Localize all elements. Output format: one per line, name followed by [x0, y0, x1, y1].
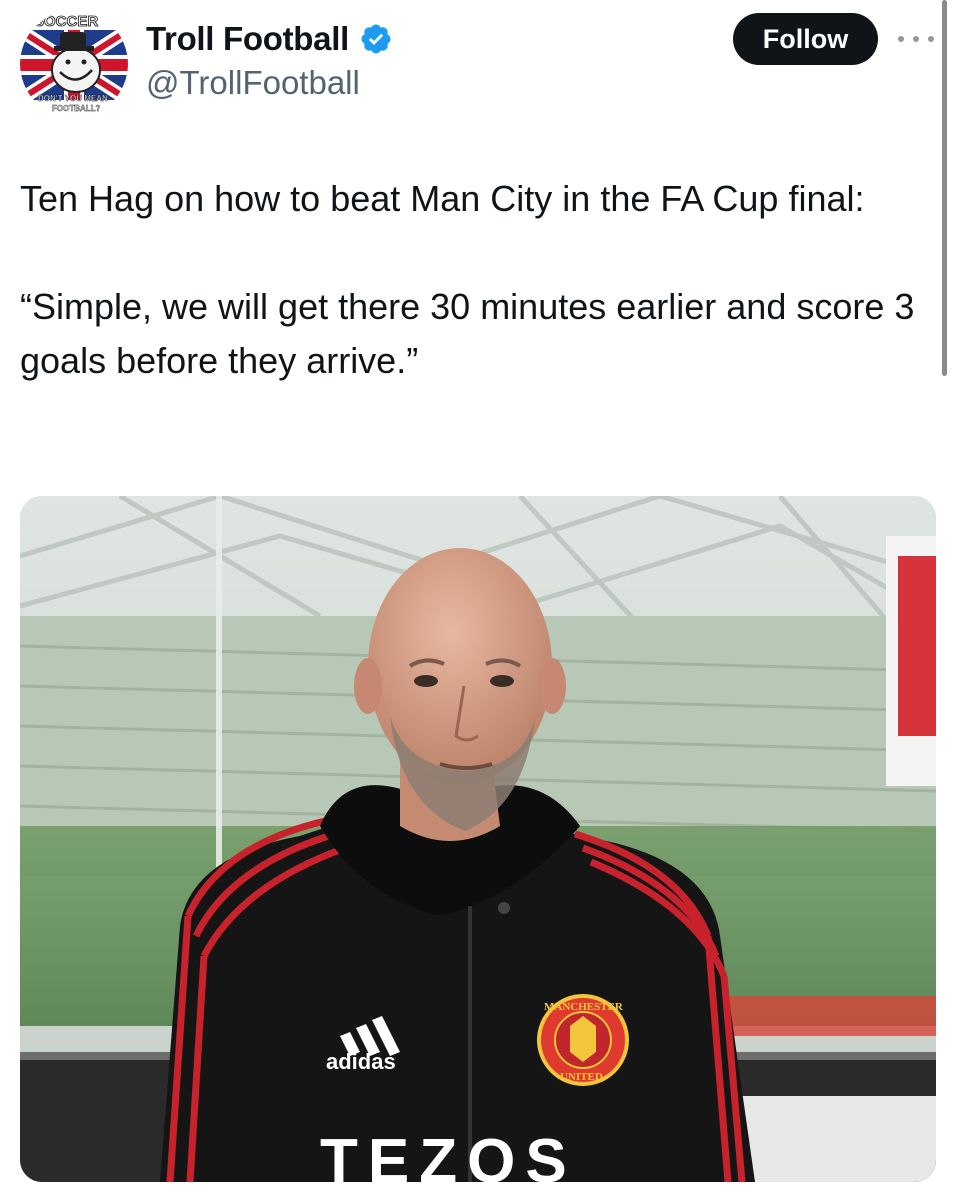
more-dot	[913, 36, 919, 42]
avatar[interactable]: SOCCER DON'T YOU MEAN FOOTBALL?	[20, 10, 128, 118]
shirt-sponsor-text: TEZOS	[320, 1127, 577, 1182]
author-handle[interactable]: @TrollFootball	[146, 64, 360, 102]
page-scrollbar[interactable]	[942, 0, 947, 376]
photo-illustration: adidas MANCHESTER UNITED TEZOS	[20, 496, 936, 1182]
more-dot	[898, 36, 904, 42]
avatar-logo: SOCCER DON'T YOU MEAN FOOTBALL?	[20, 10, 128, 118]
avatar-top-text: SOCCER	[34, 13, 98, 30]
tweet-media-photo[interactable]: adidas MANCHESTER UNITED TEZOS	[20, 496, 936, 1182]
tweet-line-1: Ten Hag on how to beat Man City in the F…	[20, 178, 865, 219]
more-options-icon[interactable]	[898, 26, 934, 52]
tweet-text: Ten Hag on how to beat Man City in the F…	[20, 172, 920, 388]
more-dot	[928, 36, 934, 42]
follow-button[interactable]: Follow	[733, 13, 878, 65]
adidas-text: adidas	[326, 1049, 396, 1074]
tweet-line-2: “Simple, we will get there 30 minutes ea…	[20, 286, 915, 381]
avatar-bottom-text-2: FOOTBALL?	[52, 104, 101, 113]
crest-bottom-text: UNITED	[560, 1071, 603, 1083]
author-name[interactable]: Troll Football	[146, 20, 349, 58]
crest-top-text: MANCHESTER	[544, 1001, 624, 1013]
author-name-row: Troll Football	[146, 18, 393, 60]
avatar-bottom-text-1: DON'T YOU MEAN	[38, 94, 108, 103]
verified-badge-icon[interactable]	[359, 22, 393, 56]
club-crest: MANCHESTER UNITED	[537, 994, 629, 1086]
